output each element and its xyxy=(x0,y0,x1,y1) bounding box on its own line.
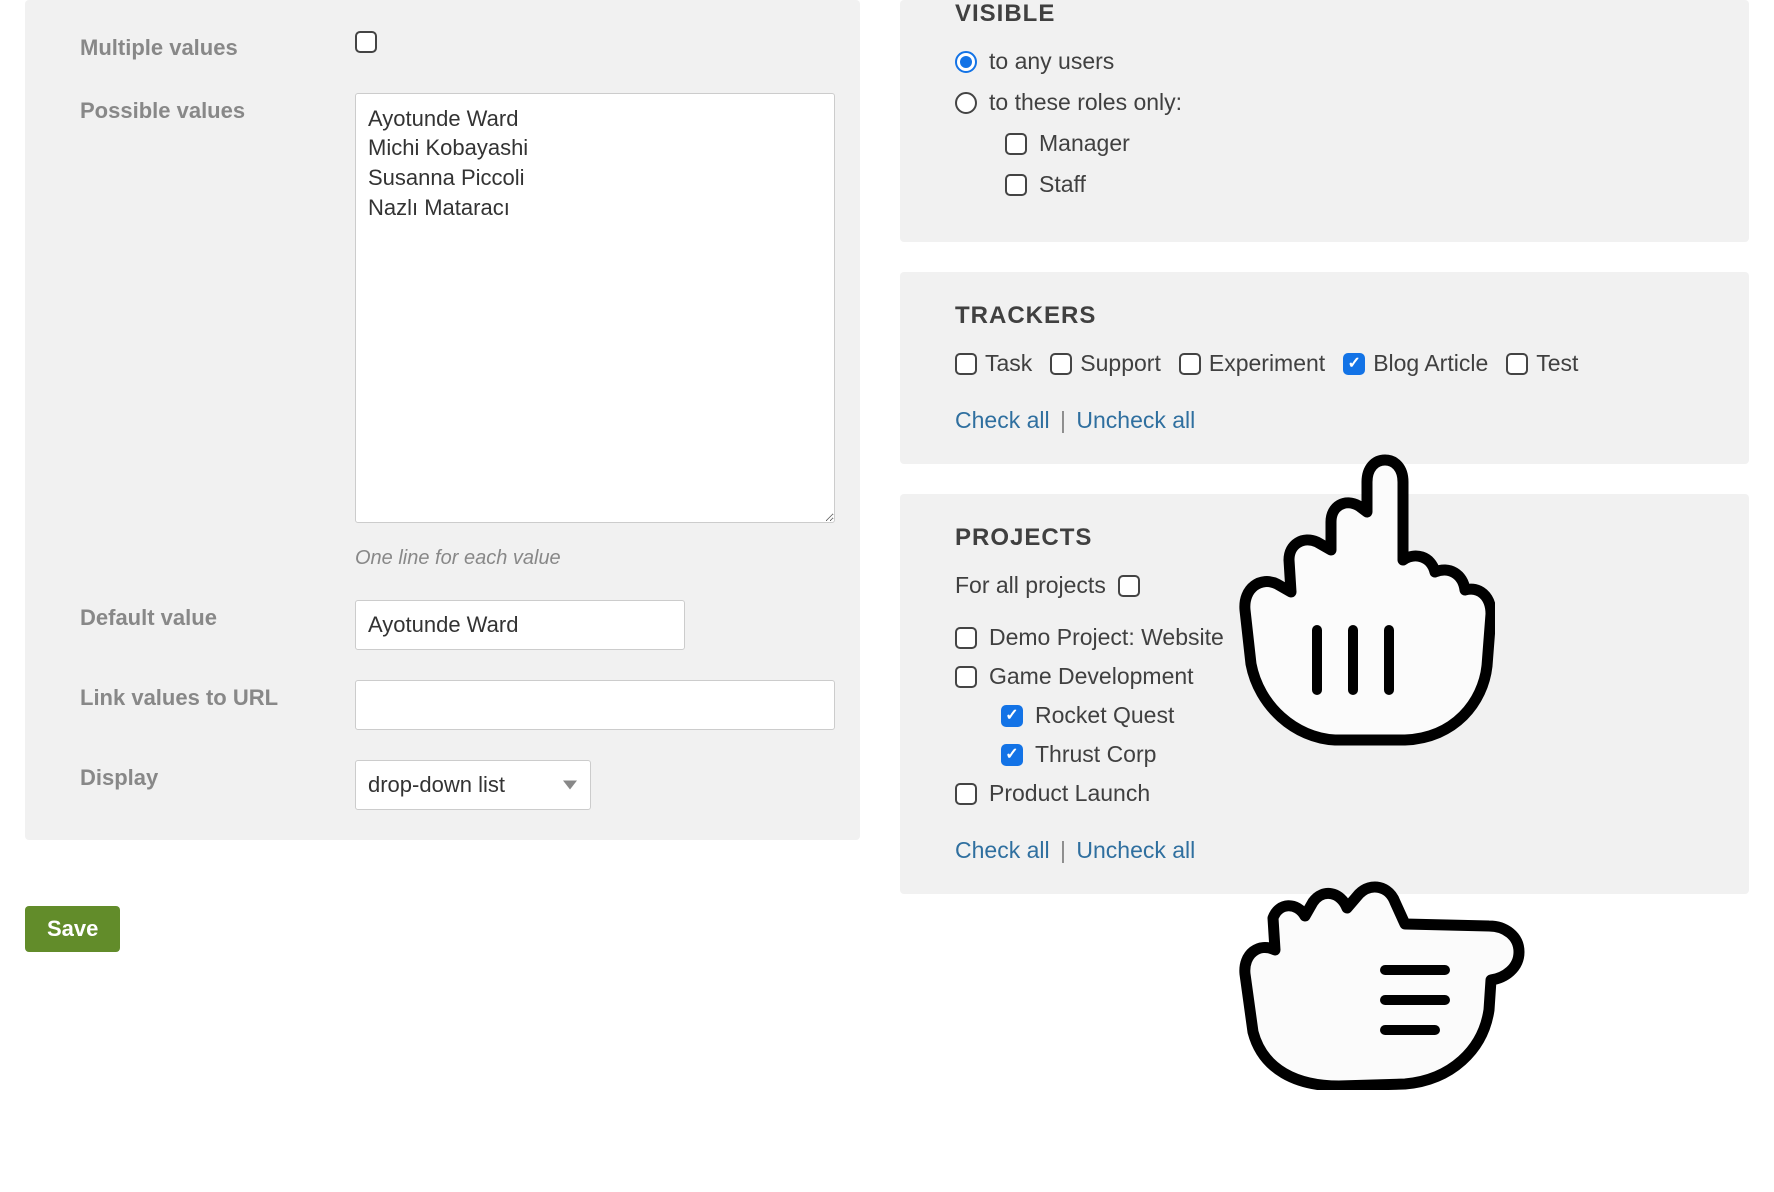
tracker-checkbox-support[interactable] xyxy=(1050,353,1072,375)
trackers-uncheck-all-link[interactable]: Uncheck all xyxy=(1076,407,1195,433)
role-label-manager: Manager xyxy=(1039,130,1130,157)
tracker-checkbox-blog-article[interactable] xyxy=(1343,353,1365,375)
trackers-link-sep: | xyxy=(1060,407,1066,433)
link-values-url-input[interactable] xyxy=(355,680,835,730)
visible-title: VISIBLE xyxy=(955,0,1714,28)
default-value-label: Default value xyxy=(80,600,355,633)
visible-any-label: to any users xyxy=(989,48,1114,75)
projects-title: PROJECTS xyxy=(955,524,1714,552)
visible-panel: VISIBLE to any users to these roles only… xyxy=(900,0,1749,242)
project-checkbox-game-dev[interactable] xyxy=(955,666,977,688)
possible-values-hint: One line for each value xyxy=(355,547,835,570)
project-label-rocket-quest: Rocket Quest xyxy=(1035,702,1174,729)
trackers-title: TRACKERS xyxy=(955,302,1714,330)
projects-link-sep: | xyxy=(1060,837,1066,863)
tracker-label-support: Support xyxy=(1080,350,1161,377)
tracker-checkbox-test[interactable] xyxy=(1506,353,1528,375)
for-all-projects-checkbox[interactable] xyxy=(1118,575,1140,597)
default-value-input[interactable] xyxy=(355,600,685,650)
possible-values-textarea[interactable] xyxy=(355,93,835,523)
project-label-game-dev: Game Development xyxy=(989,663,1194,690)
role-checkbox-manager[interactable] xyxy=(1005,133,1027,155)
project-checkbox-demo[interactable] xyxy=(955,627,977,649)
tracker-label-test: Test xyxy=(1536,350,1578,377)
project-checkbox-product-launch[interactable] xyxy=(955,783,977,805)
tracker-label-blog-article: Blog Article xyxy=(1373,350,1488,377)
visible-roles-label: to these roles only: xyxy=(989,89,1182,116)
multiple-values-checkbox[interactable] xyxy=(355,31,377,53)
projects-uncheck-all-link[interactable]: Uncheck all xyxy=(1076,837,1195,863)
projects-panel: PROJECTS For all projects Demo Project: … xyxy=(900,494,1749,894)
display-select[interactable]: drop-down list xyxy=(355,760,591,810)
projects-check-all-link[interactable]: Check all xyxy=(955,837,1050,863)
trackers-panel: TRACKERS Task Support Experiment Blog Ar… xyxy=(900,272,1749,464)
role-checkbox-staff[interactable] xyxy=(1005,174,1027,196)
role-label-staff: Staff xyxy=(1039,171,1086,198)
trackers-check-all-link[interactable]: Check all xyxy=(955,407,1050,433)
tracker-checkbox-experiment[interactable] xyxy=(1179,353,1201,375)
project-label-demo: Demo Project: Website xyxy=(989,624,1224,651)
link-values-url-label: Link values to URL xyxy=(80,680,355,713)
possible-values-label: Possible values xyxy=(80,93,355,126)
project-label-product-launch: Product Launch xyxy=(989,780,1150,807)
project-checkbox-rocket-quest[interactable] xyxy=(1001,705,1023,727)
tracker-label-task: Task xyxy=(985,350,1032,377)
for-all-projects-label: For all projects xyxy=(955,572,1106,599)
project-label-thrust-corp: Thrust Corp xyxy=(1035,741,1156,768)
save-button[interactable]: Save xyxy=(25,906,120,952)
visible-radio-roles[interactable] xyxy=(955,92,977,114)
display-label: Display xyxy=(80,760,355,793)
project-checkbox-thrust-corp[interactable] xyxy=(1001,744,1023,766)
tracker-checkbox-task[interactable] xyxy=(955,353,977,375)
multiple-values-label: Multiple values xyxy=(80,30,355,63)
visible-radio-any[interactable] xyxy=(955,51,977,73)
tracker-label-experiment: Experiment xyxy=(1209,350,1325,377)
left-form-panel: Multiple values Possible values One line… xyxy=(25,0,860,840)
